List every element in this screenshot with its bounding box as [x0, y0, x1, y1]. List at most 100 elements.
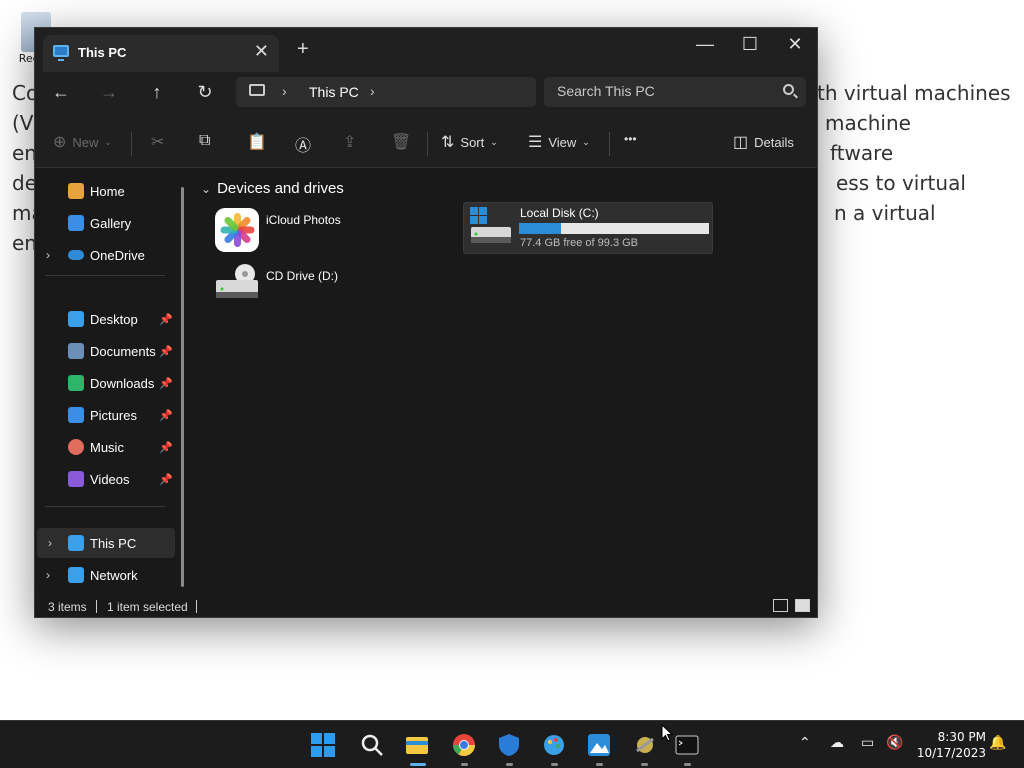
cd-drive-label[interactable]: CD Drive (D:)	[266, 269, 338, 283]
sidebar-item-music[interactable]: Music 📌	[35, 432, 173, 462]
copy-button[interactable]: ⧉	[199, 132, 210, 150]
sidebar-item-videos[interactable]: Videos 📌	[35, 464, 173, 494]
refresh-button[interactable]: ↻	[190, 82, 220, 103]
chevron-right-icon[interactable]: ›	[282, 83, 287, 99]
notification-bell-icon[interactable]: 🔔	[989, 735, 1006, 751]
bg-line-right: ftware	[830, 141, 894, 165]
downloads-icon	[68, 375, 84, 391]
view-button[interactable]: ☰ View ⌄	[528, 132, 590, 152]
group-header[interactable]: ⌄ Devices and drives	[201, 180, 344, 197]
photos-icon[interactable]	[587, 733, 611, 757]
plus-circle-icon: ⊕	[53, 134, 67, 151]
sidebar-item-label: Music	[90, 439, 124, 455]
sidebar-item-desktop[interactable]: Desktop 📌	[35, 304, 173, 334]
app-icon[interactable]	[633, 733, 657, 757]
paste-button[interactable]: 📋	[247, 132, 267, 152]
details-button[interactable]: ◫ Details	[733, 132, 794, 152]
sort-button[interactable]: ⇅ Sort ⌄	[441, 132, 498, 152]
local-disk-icon	[470, 207, 511, 243]
local-disk-label: Local Disk (C:)	[520, 206, 599, 220]
pin-icon[interactable]: 📌	[159, 313, 173, 326]
clock[interactable]: 8:30 PM 10/17/2023	[912, 729, 986, 761]
search-icon[interactable]	[360, 733, 384, 757]
network-tray-icon[interactable]: ▭	[861, 735, 874, 751]
toolbar-divider	[609, 132, 610, 156]
breadcrumb[interactable]: › This PC ›	[236, 77, 536, 107]
onedrive-tray-icon[interactable]: ☁	[830, 735, 844, 751]
tab-close-icon[interactable]: ✕	[254, 41, 269, 62]
new-button[interactable]: ⊕ New ⌄	[53, 132, 112, 152]
local-disk-tile[interactable]: Local Disk (C:) 77.4 GB free of 99.3 GB	[463, 202, 713, 254]
content-pane: ⌄ Devices and drives iCloud Photos CD Dri…	[193, 169, 817, 594]
bg-line-left: (V	[12, 111, 34, 135]
pin-icon[interactable]: 📌	[159, 409, 173, 422]
tab-this-pc[interactable]: This PC ✕	[43, 35, 279, 72]
chevron-right-icon[interactable]: ›	[46, 568, 50, 582]
back-button[interactable]: ←	[46, 82, 76, 103]
sidebar-item-documents[interactable]: Documents 📌	[35, 336, 173, 366]
app-indicator	[461, 763, 468, 766]
new-tab-button[interactable]: +	[297, 38, 309, 61]
selection-count: 1 item selected	[107, 600, 188, 614]
sidebar-item-label: Videos	[90, 471, 130, 487]
defender-icon[interactable]	[497, 733, 521, 757]
status-bar: 3 items 1 item selected	[35, 594, 817, 618]
group-header-label: Devices and drives	[217, 180, 344, 197]
sidebar-divider	[45, 506, 165, 507]
cd-drive-icon[interactable]	[215, 264, 259, 300]
icloud-photos-icon[interactable]	[215, 208, 259, 252]
search-input[interactable]	[557, 83, 777, 99]
sidebar-item-gallery[interactable]: Gallery	[35, 208, 173, 238]
bg-line-right: th virtual machines	[817, 81, 1011, 105]
sidebar-item-this-pc[interactable]: › This PC	[37, 528, 175, 558]
sidebar-item-network[interactable]: › Network	[35, 560, 173, 590]
terminal-icon[interactable]	[675, 733, 699, 757]
minimize-button[interactable]: —	[685, 34, 725, 55]
toolbar-divider	[131, 132, 132, 156]
pin-icon[interactable]: 📌	[159, 441, 173, 454]
volume-muted-icon[interactable]: 🔇	[886, 735, 903, 751]
chevron-right-icon[interactable]: ›	[46, 248, 50, 262]
taskbar: ⌃ ☁ ▭ 🔇 8:30 PM 10/17/2023 🔔	[0, 720, 1024, 768]
up-button[interactable]: ↑	[142, 82, 172, 103]
start-icon[interactable]	[311, 733, 335, 757]
breadcrumb-this-pc[interactable]: This PC	[309, 84, 359, 100]
rename-icon: Ⓐ	[295, 138, 312, 155]
chevron-right-icon[interactable]: ›	[48, 536, 52, 550]
show-hidden-icons-icon[interactable]: ⌃	[799, 735, 811, 751]
sidebar-item-label: Downloads	[90, 375, 155, 391]
sidebar-item-downloads[interactable]: Downloads 📌	[35, 368, 173, 398]
chrome-icon[interactable]	[452, 733, 476, 757]
sidebar-item-label: Desktop	[90, 311, 138, 327]
forward-button[interactable]: →	[94, 82, 124, 103]
pictures-icon	[68, 407, 84, 423]
pin-icon[interactable]: 📌	[159, 377, 173, 390]
details-view-icon[interactable]	[773, 599, 788, 612]
title-bar: This PC ✕ + — ☐ ✕	[35, 28, 817, 72]
chevron-right-icon[interactable]: ›	[370, 83, 375, 99]
details-label: Details	[754, 134, 794, 150]
home-icon	[68, 183, 84, 199]
maximize-button[interactable]: ☐	[730, 34, 770, 55]
file-explorer-icon[interactable]	[405, 733, 429, 757]
disk-usage-fill	[519, 223, 561, 234]
delete-button[interactable]: 🗑	[391, 132, 411, 152]
sidebar-item-pictures[interactable]: Pictures 📌	[35, 400, 173, 430]
sort-icon: ⇅	[441, 134, 455, 151]
sidebar-item-onedrive[interactable]: › OneDrive	[35, 240, 173, 270]
pin-icon[interactable]: 📌	[159, 473, 173, 486]
rename-button[interactable]: Ⓐ	[295, 132, 311, 156]
sidebar-item-home[interactable]: Home	[35, 176, 173, 206]
pin-icon[interactable]: 📌	[159, 345, 173, 358]
more-options-button[interactable]: •••	[624, 132, 637, 146]
sidebar-scrollbar[interactable]	[181, 187, 184, 587]
cut-button[interactable]: ✂	[151, 132, 164, 152]
icloud-photos-label[interactable]: iCloud Photos	[266, 213, 341, 227]
scissors-icon: ✂	[151, 134, 165, 151]
tiles-view-icon[interactable]	[795, 599, 810, 612]
paint-icon[interactable]	[542, 733, 566, 757]
app-indicator	[506, 763, 513, 766]
close-button[interactable]: ✕	[775, 34, 815, 55]
share-button[interactable]: ⇪	[343, 132, 356, 152]
search-box[interactable]	[544, 77, 806, 107]
